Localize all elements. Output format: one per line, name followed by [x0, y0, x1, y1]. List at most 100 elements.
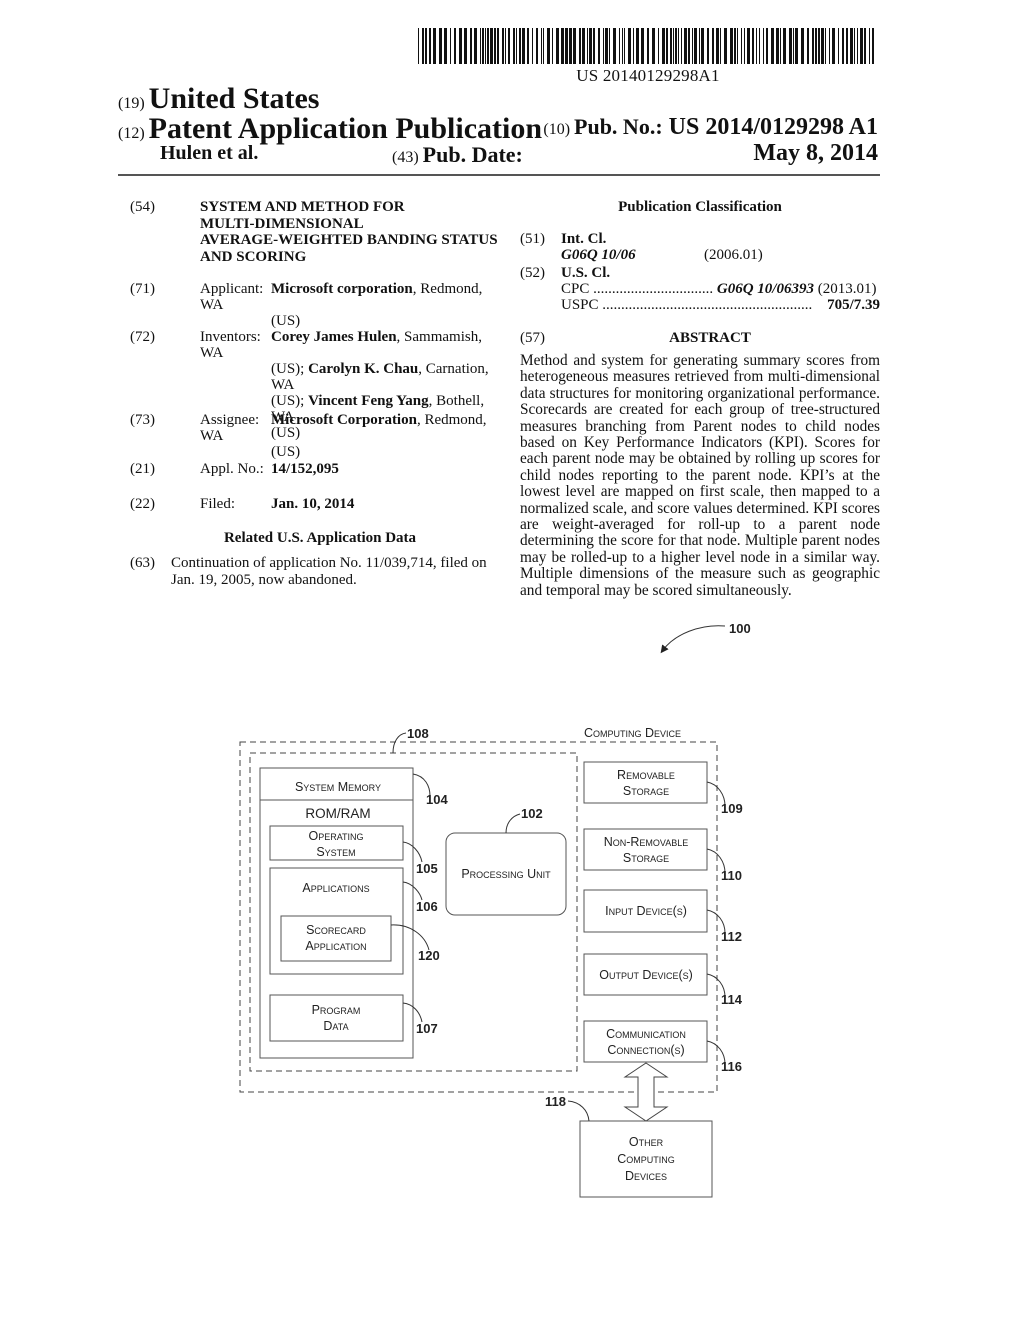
barcode-bar — [707, 28, 709, 64]
country-tag: (19) — [118, 95, 145, 112]
ref-number: 104 — [426, 792, 448, 807]
barcode-bar — [603, 28, 604, 64]
inventors-tag: (72) — [130, 329, 155, 345]
removable-storage-label: Storage — [623, 784, 669, 798]
barcode-bar — [556, 28, 559, 64]
barcode-bar — [854, 28, 855, 64]
us-cl-tag: (52) — [520, 265, 545, 281]
applications-label: Applications — [302, 881, 369, 895]
barcode-bar — [532, 28, 533, 64]
leader-line — [567, 1100, 590, 1122]
int-cl-label: Int. Cl. — [561, 231, 607, 247]
barcode-bar — [747, 28, 750, 64]
barcode-bar — [838, 28, 839, 64]
barcode-bar — [734, 28, 736, 64]
title-tag: (54) — [130, 199, 155, 215]
barcode-bar — [497, 28, 499, 64]
ref-number: 110 — [721, 868, 742, 883]
kind-tag: (12) — [118, 125, 145, 142]
rom-ram-label: ROM/RAM — [305, 806, 370, 821]
classification-heading: Publication Classification — [618, 199, 782, 215]
system-memory-label: System Memory — [295, 780, 381, 794]
barcode-bar — [850, 28, 853, 64]
other-computing-devices-label: Computing — [617, 1152, 675, 1166]
barcode-bar — [565, 28, 568, 64]
pub-number-line: (10) Pub. No.: US 2014/0129298 A1 — [392, 114, 878, 141]
barcode-bar — [561, 28, 564, 64]
barcode-bar — [480, 28, 481, 64]
barcode — [418, 28, 874, 64]
communication-connections-label: Connection(s) — [607, 1043, 684, 1057]
cpc-version: (2013.01) — [817, 281, 877, 297]
us-cl-label: U.S. Cl. — [561, 265, 611, 281]
operating-system-label: System — [316, 845, 355, 859]
int-cl-code: G06Q 10/06 — [561, 247, 636, 263]
output-devices-label: Output Device(s) — [599, 968, 693, 982]
abstract-heading: ABSTRACT — [669, 330, 751, 346]
barcode-bar — [609, 28, 610, 64]
barcode-bar — [582, 28, 585, 64]
pub-date-label: Pub. Date: — [422, 142, 523, 167]
barcode-bar — [598, 28, 600, 64]
barcode-bar — [470, 28, 472, 64]
barcode-bar — [825, 28, 826, 64]
barcode-bar — [439, 28, 442, 64]
non-removable-storage-label: Non-Removable — [604, 835, 689, 849]
inventors-label: Inventors: — [200, 329, 261, 345]
continuation-line: Jan. 19, 2005, now abandoned. — [171, 572, 357, 588]
barcode-bar — [694, 28, 697, 64]
barcode-bar — [783, 28, 786, 64]
int-cl-field: (51) Int. Cl. G06Q 10/06 (2006.01) — [520, 231, 880, 265]
continuation-line: Continuation of application No. 11/039,7… — [171, 555, 487, 571]
barcode-bar — [737, 28, 738, 64]
barcode-bar — [454, 28, 456, 64]
barcode-bar — [508, 28, 510, 64]
barcode-bar — [624, 28, 625, 64]
barcode-bar — [552, 28, 553, 64]
related-data-heading: Related U.S. Application Data — [223, 530, 417, 546]
communication-connections-label: Communication — [606, 1027, 686, 1041]
barcode-bar — [752, 28, 754, 64]
title-line: AVERAGE-WEIGHTED BANDING STATUS — [200, 232, 498, 248]
barcode-bar — [701, 28, 704, 64]
applicant-label: Applicant: — [200, 281, 264, 297]
ref-number: 114 — [721, 992, 743, 1007]
barcode-bar — [622, 28, 623, 64]
assignee-name: Microsoft Corporation — [271, 412, 417, 428]
barcode-bar — [759, 28, 760, 64]
barcode-number: US 20140129298A1 — [576, 66, 720, 85]
continuation-field: (63) Continuation of application No. 11/… — [130, 555, 500, 591]
barcode-bar — [673, 28, 674, 64]
barcode-bar — [741, 28, 742, 64]
barcode-bar — [818, 28, 820, 64]
program-data-box — [269, 994, 404, 1042]
barcode-bar — [662, 28, 665, 64]
pub-date-line: (43) Pub. Date: May 8, 2014 — [392, 140, 878, 168]
barcode-bar — [547, 28, 550, 64]
barcode-bar — [474, 28, 477, 64]
barcode-bar — [842, 28, 844, 64]
other-computing-devices-label: Devices — [625, 1169, 667, 1183]
barcode-bar — [587, 28, 588, 64]
barcode-bar — [789, 28, 792, 64]
inventor-name: Corey James Hulen — [271, 329, 397, 345]
leader-line — [390, 924, 430, 951]
applicant-name: Microsoft corporation — [271, 281, 413, 297]
pub-no-tag: (10) — [543, 121, 571, 138]
barcode-bar — [712, 28, 714, 64]
int-cl-version: (2006.01) — [704, 247, 763, 263]
assignee-label: Assignee: — [200, 412, 260, 428]
barcode-bar — [522, 28, 525, 64]
barcode-bar — [652, 28, 655, 64]
int-cl-tag: (51) — [520, 231, 545, 247]
applicant-country: (US) — [271, 313, 301, 329]
barcode-bar — [418, 28, 419, 64]
title-line: MULTI-DIMENSIONAL — [200, 215, 364, 232]
barcode-bar — [716, 28, 719, 64]
pub-no-label: Pub. No.: — [574, 114, 663, 139]
operating-system-label: Operating — [308, 829, 363, 843]
processing-unit-label: Processing Unit — [461, 867, 551, 881]
barcode-bar — [730, 28, 733, 64]
ref-number: 105 — [416, 861, 438, 876]
program-data-label: Data — [323, 1019, 348, 1033]
